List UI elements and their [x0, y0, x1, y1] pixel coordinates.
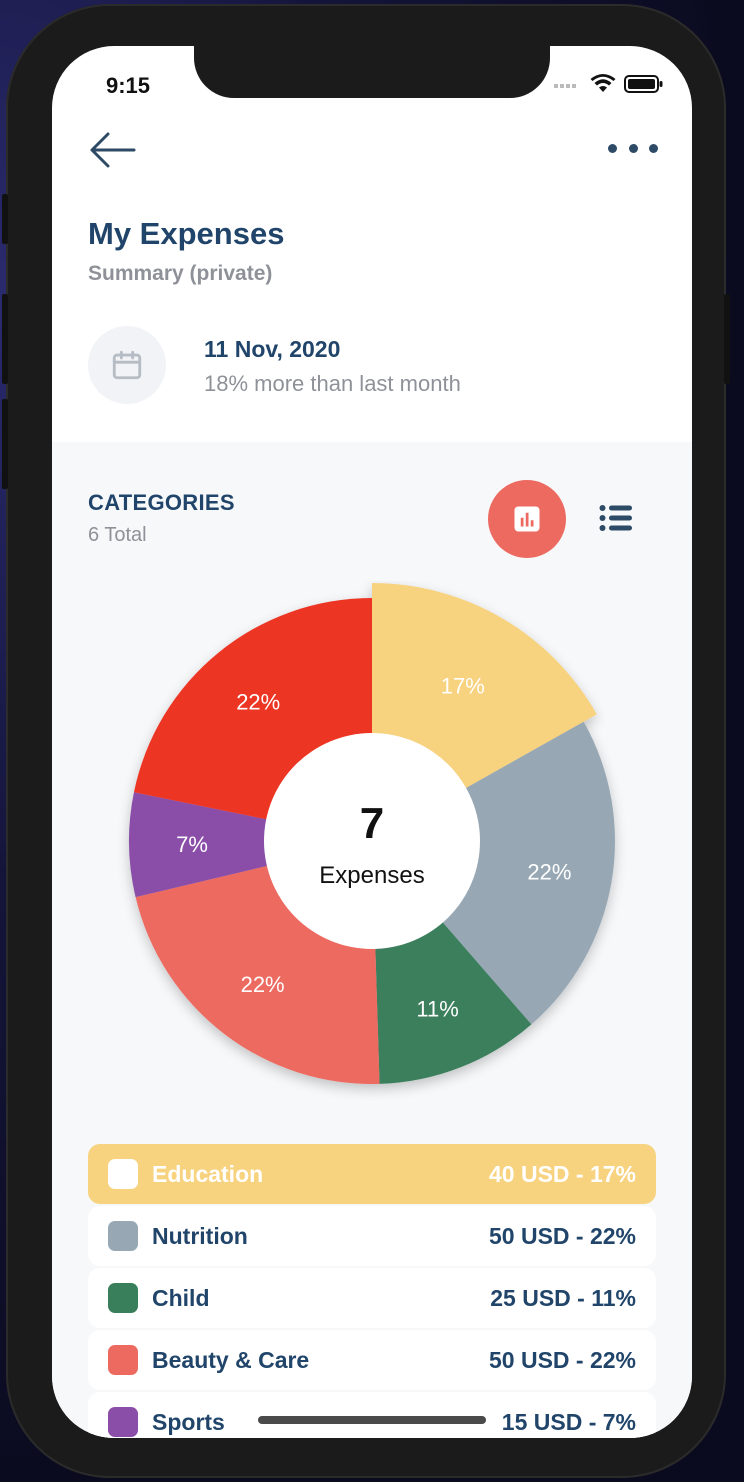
legend-item-child[interactable]: Child 25 USD - 11%: [88, 1268, 656, 1328]
legend-name: Child: [152, 1284, 210, 1311]
home-indicator: [258, 1416, 486, 1424]
legend-amount: 40 USD - 17%: [488, 1160, 636, 1187]
calendar-badge: [88, 326, 166, 404]
donut-center-label: Expenses: [319, 862, 424, 889]
phone-side-button: [2, 194, 8, 244]
list-view-button[interactable]: [596, 500, 636, 536]
page-subtitle: Summary (private): [88, 262, 273, 285]
phone-side-button: [2, 399, 8, 489]
legend-name: Education: [152, 1160, 264, 1187]
battery-icon: [624, 75, 663, 93]
legend-amount: 25 USD - 11%: [490, 1284, 636, 1311]
donut-slice-label: 17%: [441, 674, 485, 699]
date-text: 11 Nov, 2020: [204, 336, 341, 362]
chart-view-button[interactable]: [488, 480, 566, 558]
more-dot: [649, 143, 658, 153]
phone-side-button: [724, 294, 730, 384]
phone-frame: 9:15 My Expenses Summary (private) 11 No…: [2, 4, 730, 1478]
more-horizontal-icon: [608, 143, 617, 153]
bar-chart-icon: [514, 506, 540, 532]
legend-amount: 50 USD - 22%: [488, 1222, 636, 1249]
categories-count: 6 Total: [88, 524, 147, 546]
donut-slice-label: 11%: [416, 997, 458, 1022]
legend-swatch: [108, 1221, 138, 1251]
list-icon: [599, 505, 632, 531]
status-time: 9:15: [106, 73, 151, 98]
legend-swatch: [108, 1407, 138, 1437]
legend-item-sports[interactable]: Sports 15 USD - 7%: [88, 1392, 656, 1438]
expenses-donut-chart: 17% 22% 11% 22% 7% 22% 7 Expenses: [129, 583, 615, 1084]
legend-item-beauty-care[interactable]: Beauty & Care 50 USD - 22%: [88, 1330, 656, 1390]
category-legend: Education 40 USD - 17% Nutrition 50 USD - 2…: [88, 1144, 656, 1438]
donut-center-value: 7: [360, 799, 384, 848]
phone-side-button: [2, 294, 8, 384]
donut-slice-label: 22%: [527, 860, 571, 885]
more-dot: [628, 143, 638, 153]
donut-slice-label: 7%: [176, 832, 208, 857]
legend-name: Beauty & Care: [152, 1346, 310, 1373]
legend-amount: 15 USD - 7%: [501, 1408, 636, 1435]
legend-swatch: [108, 1283, 138, 1313]
app-screen: 9:15 My Expenses Summary (private) 11 No…: [52, 46, 692, 1438]
status-icons: [554, 74, 664, 94]
legend-amount: 50 USD - 22%: [488, 1346, 636, 1373]
comparison-text: 18% more than last month: [204, 371, 461, 396]
arrow-left-icon: [90, 132, 136, 168]
back-button[interactable]: [88, 130, 136, 170]
donut-slice-label: 22%: [241, 972, 285, 997]
legend-name: Nutrition: [152, 1222, 248, 1249]
categories-title: CATEGORIES: [88, 490, 235, 515]
page-title: My Expenses: [88, 216, 285, 251]
donut-slice-label: 22%: [236, 690, 280, 715]
calendar-icon: [112, 350, 142, 380]
more-button[interactable]: [608, 136, 658, 160]
notch: [194, 46, 550, 98]
legend-item-education[interactable]: Education 40 USD - 17%: [88, 1144, 656, 1204]
wifi-icon: [590, 74, 616, 92]
signal-icon: [554, 84, 576, 88]
legend-item-nutrition[interactable]: Nutrition 50 USD - 22%: [88, 1206, 656, 1266]
legend-swatch: [108, 1345, 138, 1375]
legend-swatch: [108, 1159, 138, 1189]
